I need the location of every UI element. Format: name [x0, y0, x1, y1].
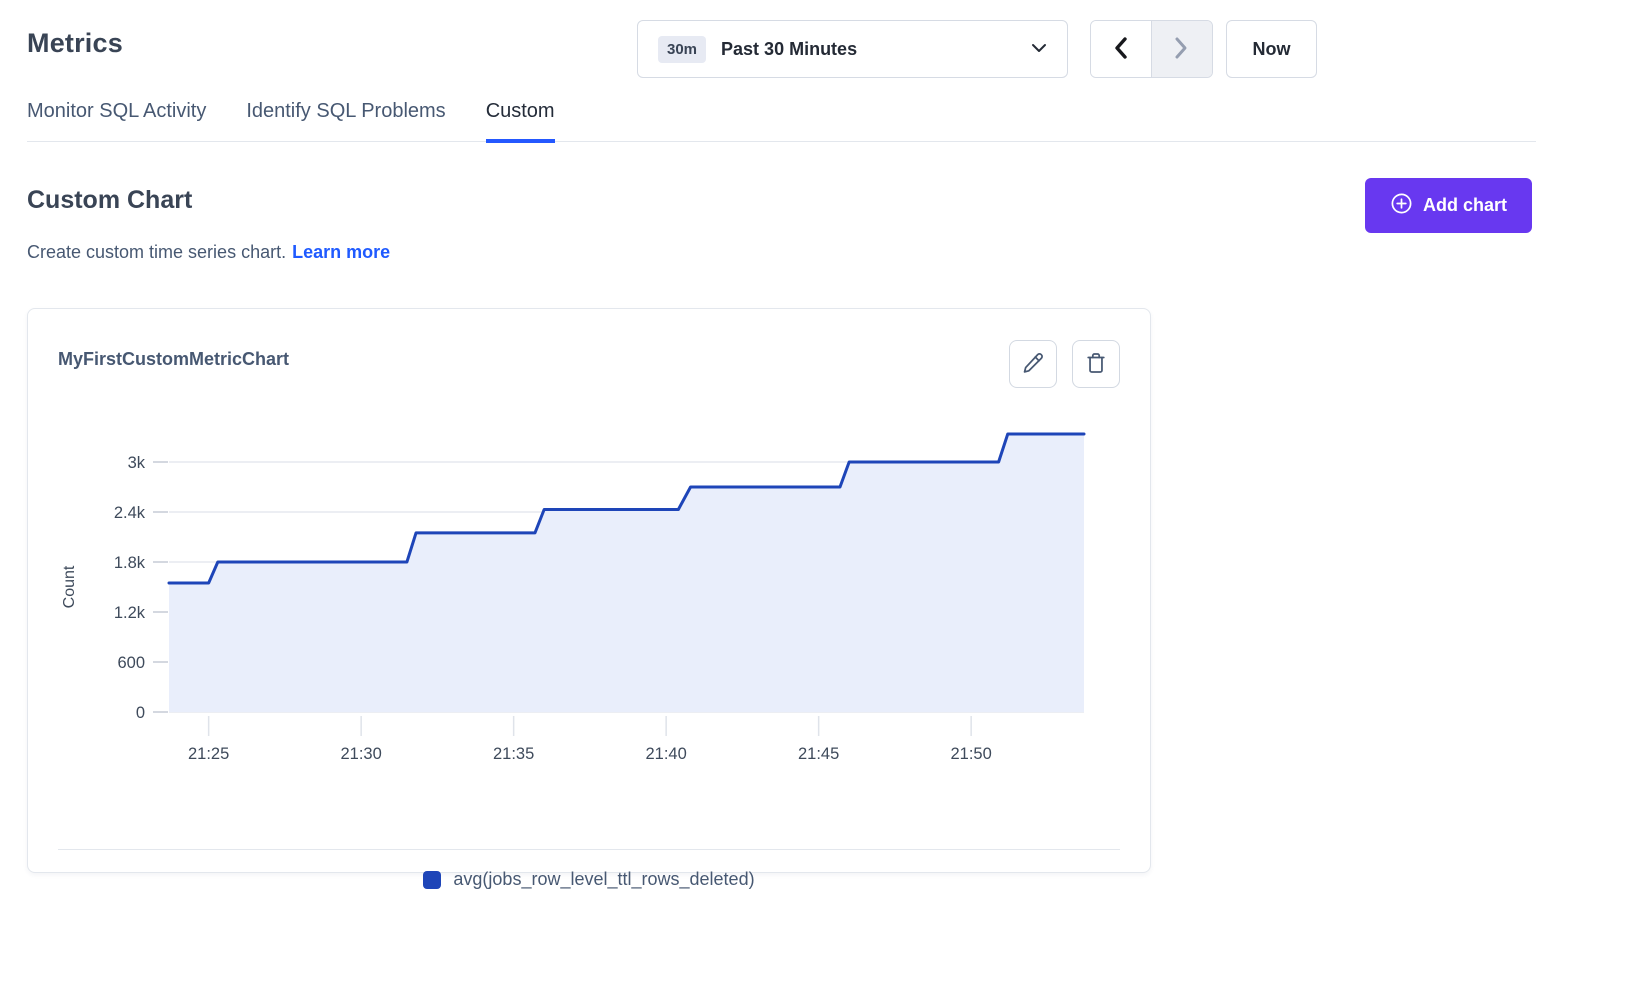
time-series-chart[interactable]: 0 600 1.2k 1.8k 2.4k 3k 21:25 21:30 21:35 21:40 21…: [58, 414, 1122, 769]
legend-series-label: avg(jobs_row_level_ttl_rows_deleted): [453, 869, 754, 890]
next-interval-button[interactable]: [1152, 21, 1213, 77]
tab-identify-sql-problems[interactable]: Identify SQL Problems: [246, 100, 445, 143]
chart-legend: avg(jobs_row_level_ttl_rows_deleted): [28, 869, 1150, 890]
legend-swatch: [423, 871, 441, 889]
pencil-icon: [1022, 352, 1044, 377]
svg-text:0: 0: [136, 704, 145, 722]
chevron-right-icon: [1174, 36, 1189, 63]
legend-divider: [58, 849, 1120, 850]
time-step-buttons: [1090, 20, 1213, 78]
previous-interval-button[interactable]: [1091, 21, 1152, 77]
learn-more-link[interactable]: Learn more: [292, 242, 390, 262]
section-subtitle-text: Create custom time series chart.: [27, 242, 286, 262]
custom-chart-card: MyFirstCustomMetricChart 0 600 1.2k 1.8k 2.4…: [27, 308, 1151, 873]
page-title: Metrics: [27, 28, 123, 59]
edit-chart-button[interactable]: [1009, 340, 1057, 388]
svg-text:2.4k: 2.4k: [114, 504, 146, 522]
time-range-label: Past 30 Minutes: [721, 39, 1016, 60]
svg-text:21:50: 21:50: [951, 745, 992, 763]
chevron-down-icon: [1031, 40, 1047, 58]
svg-text:21:45: 21:45: [798, 745, 839, 763]
svg-text:21:35: 21:35: [493, 745, 534, 763]
svg-text:21:30: 21:30: [341, 745, 382, 763]
svg-text:1.2k: 1.2k: [114, 604, 146, 622]
chevron-left-icon: [1113, 36, 1128, 63]
time-range-dropdown[interactable]: 30m Past 30 Minutes: [637, 20, 1068, 78]
section-subtitle: Create custom time series chart. Learn mo…: [27, 242, 390, 263]
svg-text:3k: 3k: [128, 454, 146, 472]
time-range-badge: 30m: [658, 36, 706, 63]
tab-custom[interactable]: Custom: [486, 100, 555, 143]
add-chart-button[interactable]: Add chart: [1365, 178, 1532, 233]
plus-circle-icon: [1390, 192, 1413, 220]
chart-title: MyFirstCustomMetricChart: [58, 349, 289, 370]
add-chart-label: Add chart: [1423, 195, 1507, 216]
delete-chart-button[interactable]: [1072, 340, 1120, 388]
tab-bar: Monitor SQL Activity Identify SQL Proble…: [27, 100, 1536, 142]
svg-text:21:40: 21:40: [646, 745, 687, 763]
section-title: Custom Chart: [27, 186, 192, 215]
svg-text:Count: Count: [61, 565, 78, 608]
trash-icon: [1085, 352, 1107, 377]
svg-text:21:25: 21:25: [188, 745, 229, 763]
svg-text:1.8k: 1.8k: [114, 554, 146, 572]
tab-monitor-sql-activity[interactable]: Monitor SQL Activity: [27, 100, 206, 143]
svg-text:600: 600: [117, 654, 145, 672]
metrics-page: Metrics 30m Past 30 Minutes Now Monitor …: [0, 0, 1650, 982]
now-button[interactable]: Now: [1226, 20, 1317, 78]
